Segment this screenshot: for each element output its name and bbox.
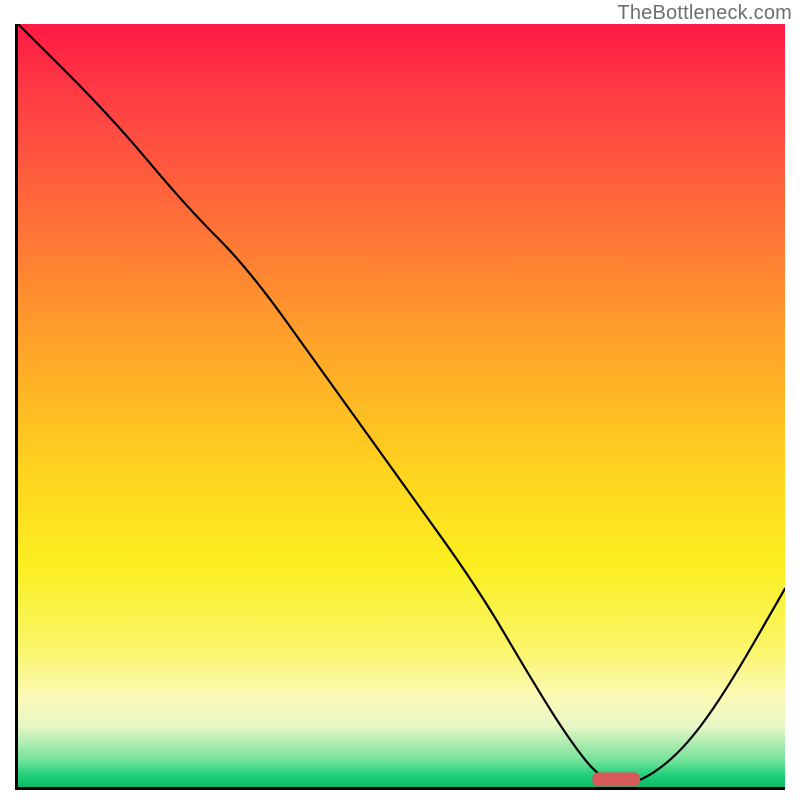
plot-area (15, 24, 785, 790)
bottleneck-curve (18, 24, 785, 784)
watermark-text: TheBottleneck.com (617, 2, 792, 25)
optimal-marker (592, 772, 640, 786)
chart-container: TheBottleneck.com (0, 0, 800, 800)
curve-overlay (18, 24, 785, 787)
